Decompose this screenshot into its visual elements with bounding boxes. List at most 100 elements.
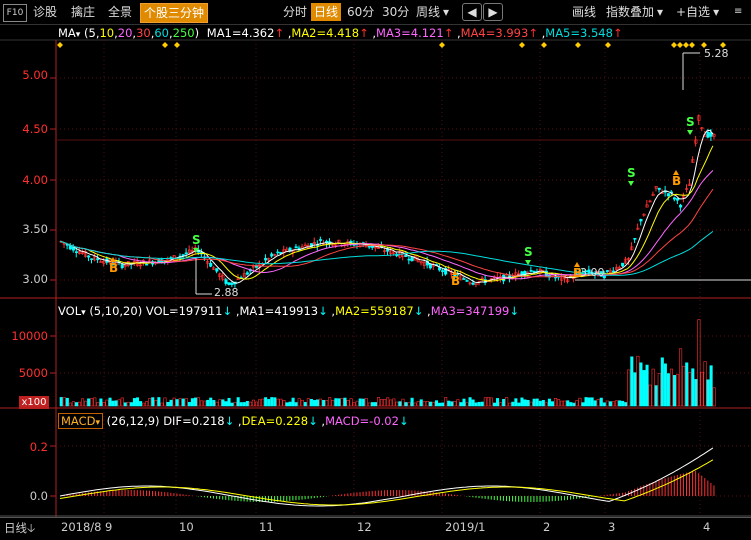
volume-bar (572, 402, 576, 407)
candle-body (145, 263, 149, 266)
period-daily[interactable]: 日线 (311, 3, 342, 21)
event-diamond-icon (439, 42, 445, 48)
volume-bar (160, 402, 164, 407)
volume-bar (197, 397, 201, 407)
stock-three-minutes-button[interactable]: 个股三分钟 (140, 3, 209, 23)
moving-average-line (59, 170, 714, 280)
volume-bar (157, 397, 161, 407)
add-watchlist-dropdown[interactable]: +自选 ▾ (676, 3, 719, 21)
volume-bar (203, 400, 207, 407)
volume-bar (65, 397, 69, 407)
volume-bar (206, 399, 210, 407)
volume-bar (648, 384, 652, 407)
toolbar-more-icon[interactable]: ≡ (734, 3, 742, 21)
volume-bar (90, 398, 94, 407)
volume-bar (596, 399, 600, 407)
candle-body (706, 131, 710, 138)
volume-bar (459, 402, 463, 407)
chevron-down-icon: ▾ (657, 5, 664, 19)
stock-chart[interactable]: 5.282.883.00BBBBSSSS (0, 24, 751, 517)
volume-bar (477, 401, 481, 407)
volume-bar (602, 402, 606, 407)
volume-bar (142, 402, 146, 407)
sell-signal-label: S (627, 166, 636, 180)
period-switch[interactable]: 日线🡣 (4, 520, 35, 540)
buy-signal-label: B (109, 261, 118, 275)
candle-body (120, 264, 124, 269)
volume-bar (258, 399, 262, 407)
volume-bar (663, 363, 667, 407)
candle-body (209, 262, 213, 267)
volume-bar (288, 401, 292, 407)
volume-bar (309, 398, 313, 407)
left-arrow-icon[interactable]: ◀ (462, 3, 482, 21)
volume-bar (367, 402, 371, 407)
candle-body (87, 255, 91, 258)
f10-button[interactable]: F10 (3, 4, 27, 22)
volume-bar (93, 397, 97, 407)
candle-body (270, 253, 274, 257)
volume-bar (560, 400, 564, 407)
period-weekly-label: 周线 (416, 5, 441, 19)
candle-body (215, 268, 219, 272)
volume-bar (636, 355, 640, 407)
panorama-button[interactable]: 全景 (108, 3, 132, 21)
volume-bar (645, 364, 649, 407)
sell-arrow-icon (628, 181, 634, 186)
volume-bar (407, 402, 411, 407)
price-low-label: 2.88 (214, 286, 239, 299)
volume-bar (633, 372, 637, 407)
right-arrow-icon[interactable]: ▶ (483, 3, 503, 21)
volume-bar (618, 400, 622, 407)
candle-body (184, 252, 188, 255)
volume-bar (566, 400, 570, 407)
volume-bar (139, 401, 143, 407)
event-diamond-icon (519, 42, 525, 48)
volume-bar (315, 399, 320, 407)
period-weekly[interactable]: 周线 ▾ (413, 3, 452, 21)
event-diamond-icon (677, 42, 683, 48)
volume-bar (575, 400, 579, 407)
volume-bar (419, 399, 423, 407)
volume-bar (392, 398, 396, 407)
dif-line (59, 447, 714, 507)
catch-banker-button[interactable]: 擒庄 (71, 3, 95, 21)
volume-bar (282, 400, 286, 407)
volume-bar (218, 399, 222, 407)
draw-line-button[interactable]: 画线 (572, 3, 596, 21)
volume-bar (639, 362, 643, 407)
volume-bar (471, 399, 475, 407)
volume-bar (496, 398, 500, 407)
candle-body (224, 279, 228, 284)
volume-bar (611, 401, 616, 407)
x-label-12: 12 (357, 520, 372, 534)
volume-bar (370, 402, 374, 407)
candle-body (657, 187, 661, 190)
volume-bar (428, 401, 432, 407)
buy-signal-label: B (573, 266, 582, 280)
volume-bar (322, 400, 326, 407)
volume-bar (462, 398, 466, 407)
volume-bar (514, 398, 518, 407)
volume-bar (187, 402, 191, 407)
volume-bar (135, 397, 140, 407)
volume-bar (468, 397, 472, 407)
period-60min[interactable]: 60分 (344, 3, 377, 21)
candle-body (294, 246, 298, 249)
candle-body (181, 254, 185, 256)
volume-bar (621, 400, 625, 407)
candle-body (529, 270, 533, 272)
event-diamond-icon (174, 42, 180, 48)
volume-bar (398, 401, 402, 407)
period-intraday[interactable]: 分时 (280, 3, 310, 21)
diagnose-button[interactable]: 诊股 (33, 3, 57, 21)
volume-bar (224, 401, 228, 407)
volume-bar (62, 397, 66, 407)
volume-bar (294, 402, 298, 407)
volume-bar (74, 402, 79, 407)
event-diamond-icon (541, 42, 547, 48)
volume-bar (547, 398, 551, 407)
index-overlay-dropdown[interactable]: 指数叠加 ▾ (606, 3, 663, 21)
period-30min[interactable]: 30分 (379, 3, 412, 21)
volume-bar (526, 399, 530, 407)
